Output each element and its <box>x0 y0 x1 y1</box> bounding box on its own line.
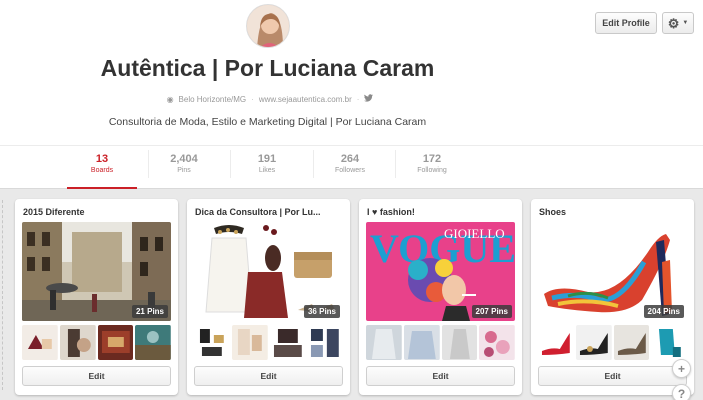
board-thumbnail[interactable] <box>194 325 230 360</box>
edit-profile-button[interactable]: Edit Profile <box>595 12 657 34</box>
stat-value: 13 <box>95 153 109 165</box>
board-thumbnails <box>366 325 515 360</box>
board-thumbnail[interactable] <box>613 325 650 360</box>
board-thumbnails <box>538 325 687 360</box>
board-cover-image[interactable]: 21 Pins <box>22 222 171 321</box>
stat-value: 191 <box>257 153 277 165</box>
board-cover-image[interactable]: 204 Pins <box>538 222 687 321</box>
stat-divider <box>395 150 396 178</box>
gear-icon: ⚙ <box>667 15 680 31</box>
board-edit-button[interactable]: Edit <box>366 366 515 386</box>
meta-separator: · <box>251 94 254 104</box>
cover-subtitle: GIOIELLO <box>444 226 505 241</box>
profile-description: Consultoria de Moda, Estilo e Marketing … <box>108 116 427 128</box>
board-thumbnail[interactable] <box>231 325 268 360</box>
board-title[interactable]: 2015 Diferente <box>23 207 173 217</box>
board-edit-button[interactable]: Edit <box>194 366 343 386</box>
board-thumbnail[interactable] <box>538 325 574 360</box>
stat-pins[interactable]: 2,404 Pins <box>149 153 219 176</box>
stat-value: 264 <box>340 153 360 165</box>
board-title[interactable]: Shoes <box>539 207 689 217</box>
board-edit-button[interactable]: Edit <box>538 366 687 386</box>
profile-avatar[interactable] <box>246 4 290 48</box>
profile-website-link[interactable]: www.sejaautentica.com.br <box>259 95 352 104</box>
stat-label: Followers <box>335 167 365 174</box>
stat-label: Pins <box>177 167 191 174</box>
board-title[interactable]: Dica da Consultora | Por Lu... <box>195 207 345 217</box>
board-card[interactable]: I ♥ fashion! VOGUE GIOIELLO 207 Pins Edi… <box>359 199 522 395</box>
help-button[interactable]: ? <box>672 384 691 400</box>
board-thumbnail[interactable] <box>366 325 402 360</box>
stat-followers[interactable]: 264 Followers <box>315 153 385 176</box>
board-thumbnail[interactable] <box>22 325 58 360</box>
board-thumbnail[interactable] <box>135 325 171 360</box>
stat-following[interactable]: 172 Following <box>397 153 467 176</box>
stat-label: Likes <box>258 167 276 174</box>
board-thumbnail[interactable] <box>97 325 134 360</box>
board-pin-count: 36 Pins <box>303 305 340 318</box>
board-card[interactable]: Dica da Consultora | Por Lu... 36 Pins E… <box>187 199 350 395</box>
board-pin-count: 204 Pins <box>643 305 684 318</box>
twitter-icon[interactable] <box>364 94 374 104</box>
profile-location: Belo Horizonte/MG <box>178 94 247 104</box>
stat-value: 172 <box>422 153 442 165</box>
add-pin-button[interactable]: + <box>672 359 691 378</box>
board-cover-image[interactable]: VOGUE GIOIELLO 207 Pins <box>366 222 515 321</box>
stat-label: Boards <box>90 167 114 174</box>
meta-separator: · <box>356 94 360 104</box>
board-thumbnails <box>22 325 171 360</box>
profile-name: Autêntica | Por Luciana Caram <box>100 55 435 81</box>
board-thumbnails <box>194 325 343 360</box>
stats-divider-line <box>0 145 703 146</box>
board-edit-button[interactable]: Edit <box>22 366 171 386</box>
stat-label: Following <box>417 167 447 174</box>
create-board-placeholder[interactable] <box>0 200 3 390</box>
board-thumbnail[interactable] <box>575 325 612 360</box>
profile-meta: ◉ Belo Horizonte/MG · www.sejaautentica.… <box>150 93 390 105</box>
board-card[interactable]: 2015 Diferente 21 Pins Edit <box>15 199 178 395</box>
board-thumbnail[interactable] <box>651 325 687 360</box>
location-icon: ◉ <box>166 94 174 104</box>
board-thumbnail[interactable] <box>479 325 515 360</box>
board-card[interactable]: Shoes 204 Pins Edit <box>531 199 694 395</box>
board-thumbnail[interactable] <box>59 325 96 360</box>
board-thumbnail[interactable] <box>269 325 306 360</box>
board-cover-image[interactable]: 36 Pins <box>194 222 343 321</box>
stat-likes[interactable]: 191 Likes <box>232 153 302 176</box>
board-thumbnail[interactable] <box>441 325 478 360</box>
profile-header: Edit Profile ⚙ ▼ Autêntica | Por Luciana… <box>0 0 703 189</box>
chevron-down-icon: ▼ <box>682 20 689 26</box>
stat-boards[interactable]: 13 Boards <box>67 153 137 189</box>
board-title[interactable]: I ♥ fashion! <box>367 207 517 217</box>
stat-divider <box>313 150 314 178</box>
settings-button[interactable]: ⚙ ▼ <box>662 12 694 34</box>
stat-divider <box>230 150 231 178</box>
board-pin-count: 21 Pins <box>131 305 168 318</box>
board-thumbnail[interactable] <box>403 325 440 360</box>
stat-value: 2,404 <box>170 153 198 165</box>
board-pin-count: 207 Pins <box>471 305 512 318</box>
board-thumbnail[interactable] <box>307 325 343 360</box>
